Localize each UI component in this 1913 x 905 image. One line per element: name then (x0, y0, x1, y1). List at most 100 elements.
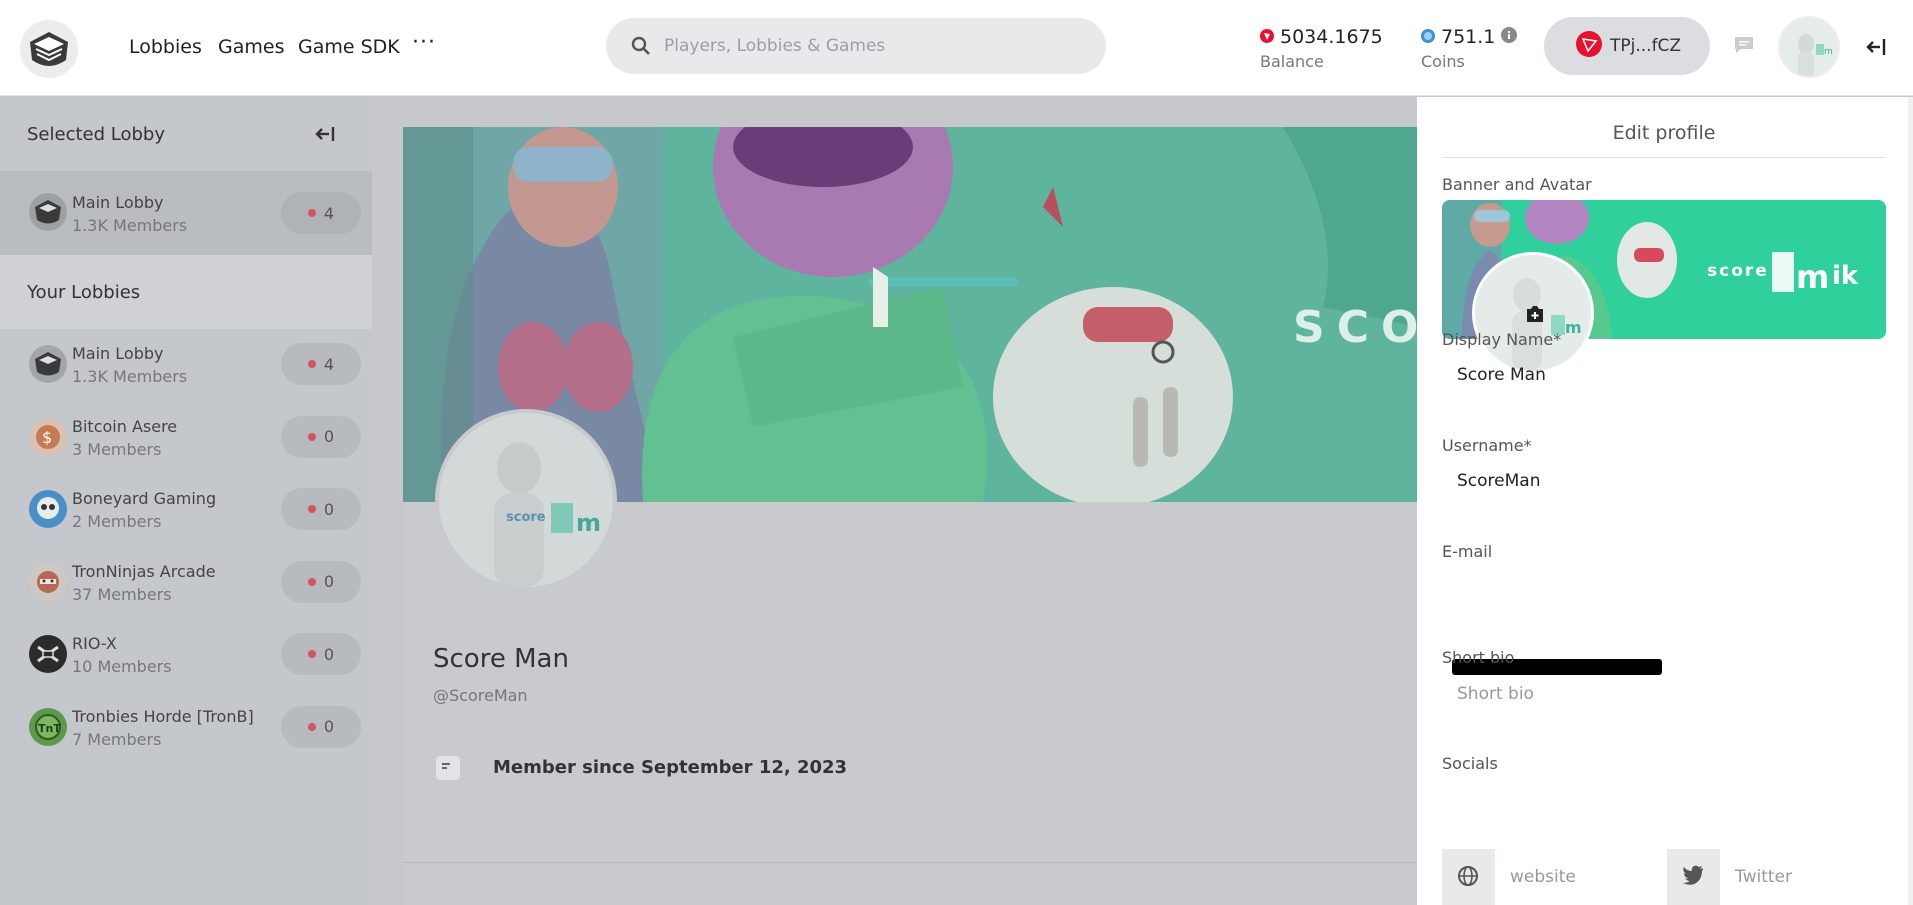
avatar-text: score (506, 510, 546, 525)
twitter-icon (1667, 849, 1720, 905)
search-icon (630, 35, 652, 61)
website-placeholder: website (1510, 867, 1576, 887)
tronninjas-arcade-icon (29, 562, 67, 601)
divider (403, 862, 1418, 863)
coins-value: 751.1 (1441, 26, 1496, 48)
lobby-item[interactable]: TnT Tronbies Horde [TronB] 7 Members 0 (0, 692, 372, 765)
lobby-members: 37 Members (72, 584, 172, 604)
online-count: 4 (281, 192, 361, 234)
wallet-button[interactable]: TPj...fCZ (1544, 17, 1710, 75)
display-name-field[interactable]: Score Man (1442, 354, 1886, 396)
profile-page: SCO score m Score Man @ScoreMan Member s… (403, 127, 1418, 905)
username-label: Username* (1442, 436, 1532, 455)
online-count: 0 (281, 705, 361, 748)
lobby-item[interactable]: Boneyard Gaming 2 Members 0 (0, 474, 372, 547)
calendar-icon (436, 756, 460, 780)
scrollbar[interactable] (1908, 97, 1913, 905)
divider (1442, 157, 1886, 158)
svg-text:ik: ik (1832, 261, 1859, 291)
socials-label: Socials (1442, 754, 1498, 773)
lobby-members: 10 Members (72, 657, 172, 676)
logo-icon[interactable] (20, 20, 78, 78)
rio-x-icon (29, 635, 67, 673)
main-lobby-icon (29, 193, 67, 231)
profile-avatar[interactable]: score m (435, 409, 617, 591)
website-field[interactable]: website (1442, 849, 1642, 905)
balance-value: 5034.1675 (1280, 26, 1383, 48)
lobby-item[interactable]: TronNinjas Arcade 37 Members 0 (0, 547, 372, 620)
username-field[interactable]: ScoreMan (1442, 460, 1886, 502)
coins-icon (1421, 26, 1435, 48)
boneyard-gaming-icon (29, 490, 67, 528)
balance-display: 5034.1675 Balance (1260, 26, 1383, 71)
lobby-members: 1.3K Members (72, 367, 188, 386)
lobby-name: TronNinjas Arcade (72, 561, 216, 581)
lobby-item[interactable]: RIO-X 10 Members 0 (0, 619, 372, 692)
lobby-name: Main Lobby (72, 344, 164, 363)
search-input[interactable] (664, 18, 1084, 74)
lobby-name: Boneyard Gaming (72, 489, 217, 508)
lobby-name: RIO-X (72, 634, 117, 653)
exit-icon[interactable] (1864, 34, 1890, 64)
svg-text:m: m (576, 509, 601, 537)
lobby-members: 3 Members (72, 439, 162, 459)
nav-lobbies[interactable]: Lobbies (129, 36, 202, 58)
svg-text:TnT: TnT (38, 722, 61, 735)
display-name-label: Display Name* (1442, 330, 1562, 349)
lobby-item[interactable]: $ Bitcoin Asere 3 Members 0 (0, 402, 372, 475)
svg-text:m: m (1796, 258, 1829, 296)
lobby-sidebar: Selected Lobby Main Lobby 1.3K Members 4… (0, 97, 372, 905)
selected-lobby[interactable]: Main Lobby 1.3K Members 4 (0, 171, 372, 255)
profile-name: Score Man (433, 644, 569, 674)
lobby-members: 7 Members (72, 729, 162, 749)
panel-title: Edit profile (1612, 122, 1716, 144)
online-count: 0 (281, 633, 361, 675)
lobby-name: Bitcoin Asere (72, 416, 178, 436)
email-label: E-mail (1442, 542, 1493, 561)
tron-icon (1576, 30, 1602, 62)
banner-avatar-label: Banner and Avatar (1442, 175, 1592, 194)
svg-text:$: $ (42, 428, 52, 447)
lobby-members: 1.3K Members (72, 216, 188, 235)
balance-icon (1260, 26, 1274, 48)
online-count: 4 (281, 343, 361, 385)
coins-label: Coins (1421, 52, 1465, 71)
profile-username: @ScoreMan (433, 686, 528, 705)
user-avatar[interactable]: m (1778, 16, 1840, 78)
tronbies-horde-icon: TnT (29, 707, 67, 746)
email-field[interactable] (1442, 566, 1886, 616)
twitter-placeholder: Twitter (1735, 867, 1792, 887)
main-lobby-icon (29, 345, 67, 383)
more-menu-button[interactable]: ··· (412, 30, 436, 55)
top-bar: Lobbies Games Game SDK ··· 5034.1675 Bal… (0, 0, 1913, 96)
nav-games[interactable]: Games (218, 36, 284, 58)
globe-icon (1442, 849, 1495, 905)
nav-game-sdk[interactable]: Game SDK (298, 36, 400, 58)
info-icon[interactable] (1501, 26, 1518, 48)
selected-lobby-title: Selected Lobby (27, 123, 165, 145)
short-bio-label: Short bio (1442, 648, 1515, 667)
collapse-icon[interactable] (313, 122, 337, 151)
chat-icon[interactable] (1733, 34, 1755, 60)
camera-icon[interactable] (1525, 305, 1545, 327)
online-count: 0 (281, 415, 361, 458)
search-bar[interactable] (606, 18, 1106, 74)
selected-lobby-header: Selected Lobby (0, 97, 372, 171)
coins-display: 751.1 Coins (1421, 26, 1518, 71)
online-count: 0 (281, 488, 361, 530)
banner-text: SCO (1293, 302, 1418, 353)
edit-banner-text: score (1707, 261, 1769, 281)
your-lobbies-title: Your Lobbies (0, 255, 372, 329)
lobby-item[interactable]: Main Lobby 1.3K Members 4 (0, 329, 372, 402)
lobby-name: Tronbies Horde [TronB] (72, 706, 254, 726)
short-bio-field[interactable]: Short bio (1442, 673, 1886, 715)
lobby-name: Main Lobby (72, 193, 164, 212)
bitcoin-asere-icon: $ (29, 417, 67, 456)
online-count: 0 (281, 560, 361, 603)
twitter-field[interactable]: Twitter (1667, 849, 1867, 905)
edit-profile-panel: Edit profile Banner and Avatar score m i… (1417, 97, 1913, 905)
svg-text:m: m (1824, 47, 1833, 57)
svg-text:m: m (1565, 318, 1582, 337)
wallet-address: TPj...fCZ (1610, 36, 1682, 56)
lobby-members: 2 Members (72, 512, 162, 531)
